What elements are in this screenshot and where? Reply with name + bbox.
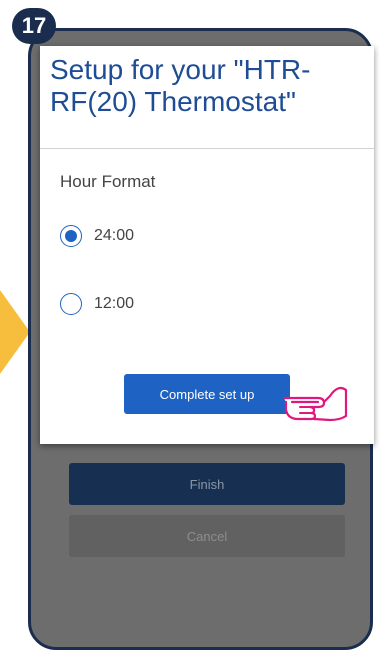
radio-option-12h[interactable]: 12:00 bbox=[60, 293, 134, 315]
dialog-title: Setup for your "HTR-RF(20) Thermostat" bbox=[50, 54, 311, 117]
complete-setup-button[interactable]: Complete set up bbox=[124, 374, 290, 414]
radio-dot bbox=[65, 230, 77, 242]
step-number-badge: 17 bbox=[12, 8, 56, 44]
dialog-divider bbox=[40, 148, 374, 149]
radio-option-24h[interactable]: 24:00 bbox=[60, 225, 134, 247]
finish-button[interactable]: Finish bbox=[69, 463, 345, 505]
side-arrow-icon bbox=[0, 290, 30, 374]
radio-label-12h: 12:00 bbox=[94, 295, 135, 312]
hour-format-label: Hour Format bbox=[60, 172, 156, 191]
radio-unselected-icon[interactable] bbox=[60, 293, 82, 315]
radio-label-24h: 24:00 bbox=[94, 227, 135, 244]
radio-selected-icon[interactable] bbox=[60, 225, 82, 247]
pointing-hand-icon bbox=[282, 386, 348, 422]
cancel-button[interactable]: Cancel bbox=[69, 515, 345, 557]
